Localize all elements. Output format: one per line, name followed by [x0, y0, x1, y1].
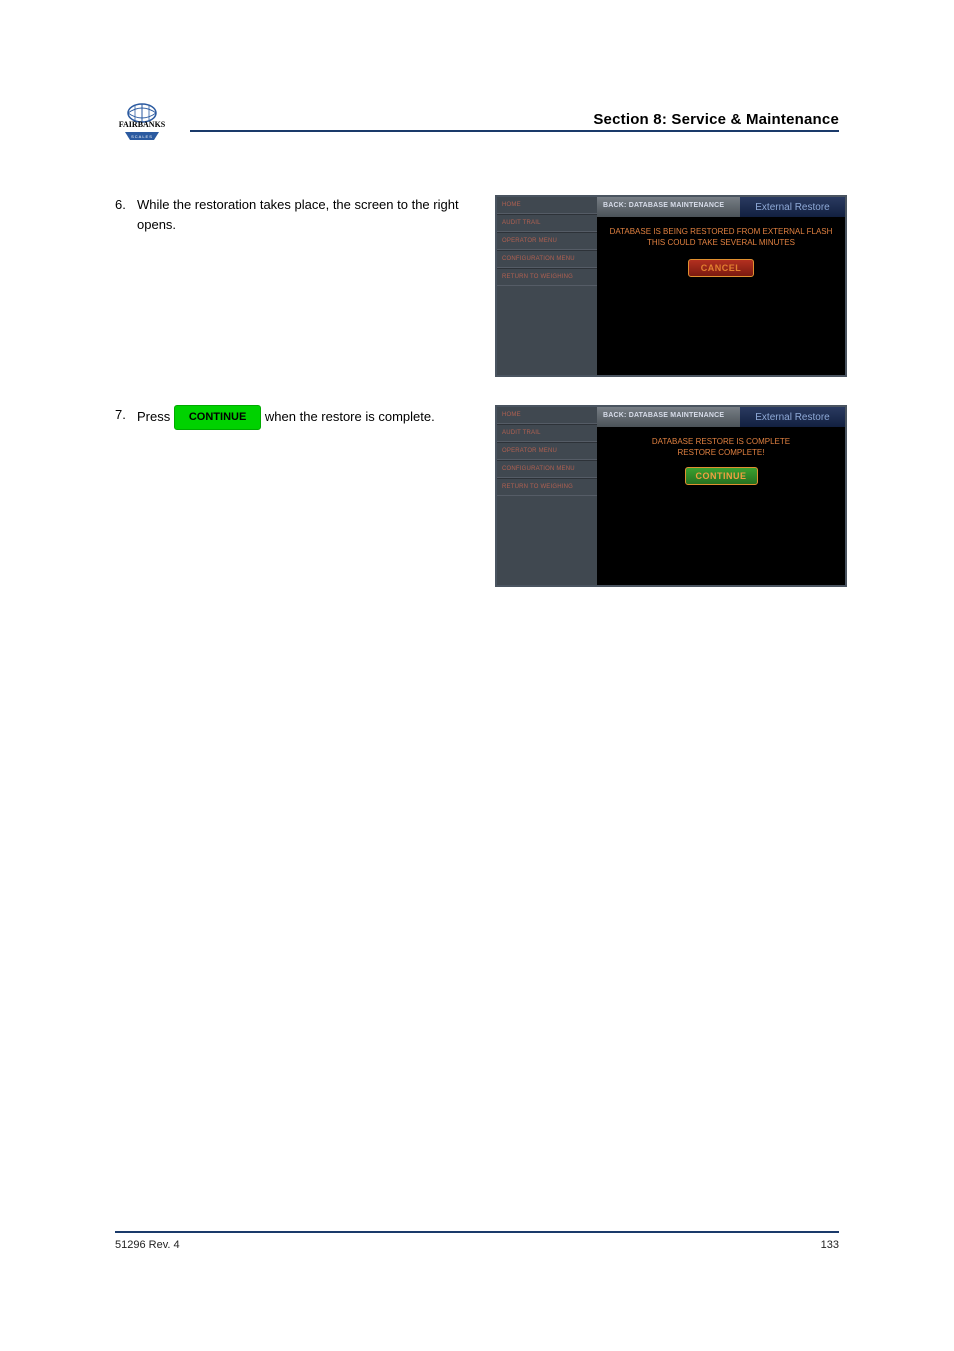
status-line-2: THIS COULD TAKE SEVERAL MINUTES	[597, 238, 845, 247]
sidebar-item-home[interactable]: HOME	[497, 407, 597, 424]
status-line-1: DATABASE IS BEING RESTORED FROM EXTERNAL…	[597, 227, 845, 236]
panel-title: External Restore	[740, 197, 845, 217]
mini-sidebar: HOME AUDIT TRAIL OPERATOR MENU CONFIGURA…	[497, 197, 597, 375]
cancel-button[interactable]: CANCEL	[688, 259, 755, 277]
status-line-2: RESTORE COMPLETE!	[597, 448, 845, 457]
footer-page-number: 133	[821, 1239, 839, 1251]
continue-button[interactable]: CONTINUE	[685, 467, 758, 485]
step-text-before: Press	[137, 409, 174, 424]
status-line-1: DATABASE RESTORE IS COMPLETE	[597, 437, 845, 446]
step-7: 7. Press CONTINUE when the restore is co…	[115, 405, 475, 430]
screenshot-restore-complete: HOME AUDIT TRAIL OPERATOR MENU CONFIGURA…	[495, 405, 847, 587]
step-text: While the restoration takes place, the s…	[137, 197, 459, 232]
step-number: 7.	[115, 405, 126, 425]
page-header: FAIRBANKS SCALES Section 8: Service & Ma…	[115, 100, 839, 145]
footer-left: 51296 Rev. 4	[115, 1239, 180, 1251]
sidebar-item-operator-menu[interactable]: OPERATOR MENU	[497, 232, 597, 250]
screenshot-restore-inprogress: HOME AUDIT TRAIL OPERATOR MENU CONFIGURA…	[495, 195, 847, 377]
back-button[interactable]: BACK: DATABASE MAINTENANCE	[597, 197, 740, 217]
sidebar-item-home[interactable]: HOME	[497, 197, 597, 214]
step-6: 6. While the restoration takes place, th…	[115, 195, 475, 235]
fairbanks-logo: FAIRBANKS SCALES	[115, 100, 170, 145]
sidebar-item-configuration-menu[interactable]: CONFIGURATION MENU	[497, 460, 597, 478]
mini-titlebar: BACK: DATABASE MAINTENANCE External Rest…	[597, 407, 845, 427]
sidebar-item-audit-trail[interactable]: AUDIT TRAIL	[497, 424, 597, 442]
sidebar-item-return-weighing[interactable]: RETURN TO WEIGHING	[497, 478, 597, 496]
continue-button-inline: CONTINUE	[174, 405, 261, 430]
svg-text:FAIRBANKS: FAIRBANKS	[119, 120, 166, 129]
sidebar-item-return-weighing[interactable]: RETURN TO WEIGHING	[497, 268, 597, 286]
svg-text:SCALES: SCALES	[131, 134, 153, 139]
sidebar-item-configuration-menu[interactable]: CONFIGURATION MENU	[497, 250, 597, 268]
footer-rule	[115, 1231, 839, 1233]
page-footer: 51296 Rev. 4 133	[115, 1231, 839, 1251]
step-text-after: when the restore is complete.	[261, 409, 434, 424]
mini-titlebar: BACK: DATABASE MAINTENANCE External Rest…	[597, 197, 845, 217]
content-area: 6. While the restoration takes place, th…	[115, 195, 839, 587]
mini-sidebar: HOME AUDIT TRAIL OPERATOR MENU CONFIGURA…	[497, 407, 597, 585]
back-button[interactable]: BACK: DATABASE MAINTENANCE	[597, 407, 740, 427]
header-rule	[190, 130, 839, 132]
section-title: Section 8: Service & Maintenance	[190, 111, 839, 128]
sidebar-item-audit-trail[interactable]: AUDIT TRAIL	[497, 214, 597, 232]
panel-title: External Restore	[740, 407, 845, 427]
sidebar-item-operator-menu[interactable]: OPERATOR MENU	[497, 442, 597, 460]
step-number: 6.	[115, 195, 126, 215]
